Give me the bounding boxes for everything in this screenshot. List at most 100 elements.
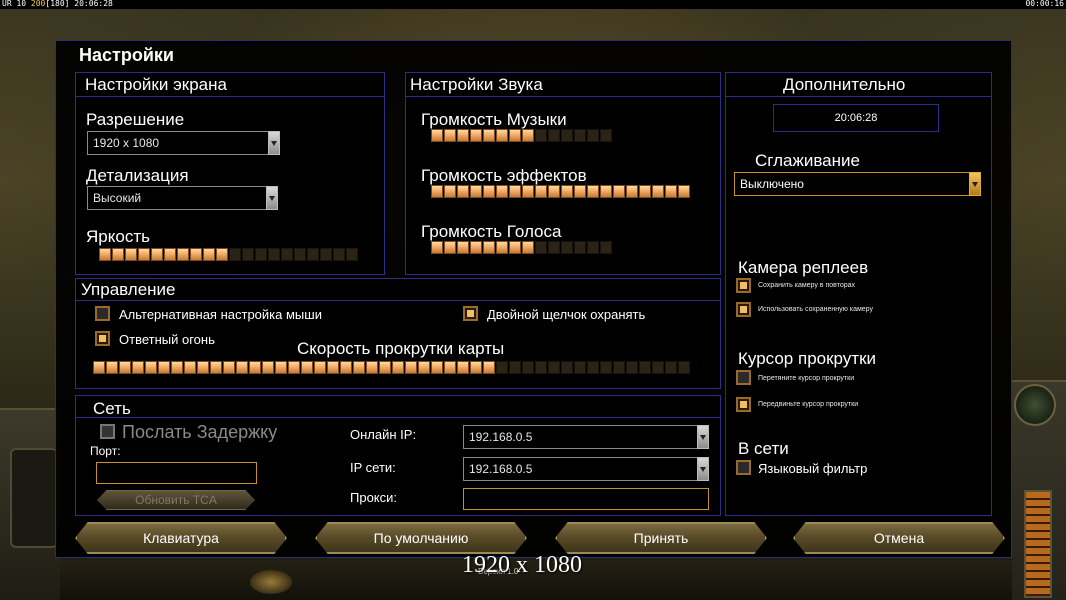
port-input[interactable] [96,462,257,484]
slider-segment[interactable] [242,248,254,261]
slider-segment[interactable] [522,185,534,198]
slider-segment[interactable] [483,185,495,198]
slider-segment[interactable] [652,361,664,374]
accept-button[interactable]: Принять [555,522,767,554]
slider-segment[interactable] [164,248,176,261]
slider-segment[interactable] [509,361,521,374]
slider-segment[interactable] [496,241,508,254]
defaults-button[interactable]: По умолчанию [315,522,527,554]
slider-segment[interactable] [574,185,586,198]
effects-volume-slider[interactable] [431,185,691,198]
slider-segment[interactable] [496,185,508,198]
slider-segment[interactable] [418,361,430,374]
slider-segment[interactable] [483,361,495,374]
slider-segment[interactable] [626,185,638,198]
slider-segment[interactable] [561,185,573,198]
slider-segment[interactable] [444,185,456,198]
slider-segment[interactable] [353,361,365,374]
slider-segment[interactable] [574,241,586,254]
slider-segment[interactable] [216,248,228,261]
move-cursor-checkbox[interactable] [736,397,751,412]
slider-segment[interactable] [405,361,417,374]
slider-segment[interactable] [561,129,573,142]
slider-segment[interactable] [268,248,280,261]
slider-segment[interactable] [333,248,345,261]
slider-segment[interactable] [600,185,612,198]
cancel-button[interactable]: Отмена [793,522,1005,554]
slider-segment[interactable] [320,248,332,261]
net-ip-select[interactable]: 192.168.0.5 [463,457,709,481]
slider-segment[interactable] [236,361,248,374]
slider-segment[interactable] [125,248,137,261]
send-delay-checkbox[interactable] [100,424,115,439]
slider-segment[interactable] [548,241,560,254]
slider-segment[interactable] [431,361,443,374]
slider-segment[interactable] [138,248,150,261]
slider-segment[interactable] [93,361,105,374]
slider-segment[interactable] [307,248,319,261]
slider-segment[interactable] [106,361,118,374]
slider-segment[interactable] [327,361,339,374]
slider-segment[interactable] [470,185,482,198]
slider-segment[interactable] [665,361,677,374]
slider-segment[interactable] [522,129,534,142]
brightness-slider[interactable] [99,248,359,261]
detail-select[interactable]: Высокий [87,186,278,210]
slider-segment[interactable] [457,361,469,374]
keyboard-button[interactable]: Клавиатура [75,522,287,554]
slider-segment[interactable] [509,241,521,254]
slider-segment[interactable] [639,361,651,374]
antialiasing-select[interactable]: Выключено [734,172,981,196]
slider-segment[interactable] [229,248,241,261]
slider-segment[interactable] [509,185,521,198]
resolution-select[interactable]: 1920 x 1080 [87,131,280,155]
return-fire-checkbox[interactable] [95,331,110,346]
voice-volume-slider[interactable] [431,241,613,254]
slider-segment[interactable] [99,248,111,261]
slider-segment[interactable] [444,361,456,374]
slider-segment[interactable] [158,361,170,374]
slider-segment[interactable] [574,361,586,374]
slider-segment[interactable] [548,129,560,142]
slider-segment[interactable] [379,361,391,374]
slider-segment[interactable] [600,241,612,254]
update-tca-button[interactable]: Обновить TCA [97,490,255,510]
slider-segment[interactable] [652,185,664,198]
slider-segment[interactable] [470,241,482,254]
slider-segment[interactable] [535,361,547,374]
slider-segment[interactable] [340,361,352,374]
slider-segment[interactable] [366,361,378,374]
slider-segment[interactable] [548,185,560,198]
slider-segment[interactable] [587,129,599,142]
alt-mouse-checkbox[interactable] [95,306,110,321]
slider-segment[interactable] [431,241,443,254]
music-volume-slider[interactable] [431,129,613,142]
slider-segment[interactable] [574,129,586,142]
slider-segment[interactable] [561,361,573,374]
slider-segment[interactable] [470,361,482,374]
scroll-speed-slider[interactable] [93,361,691,374]
slider-segment[interactable] [561,241,573,254]
slider-segment[interactable] [119,361,131,374]
double-click-guard-checkbox[interactable] [463,306,478,321]
slider-segment[interactable] [470,129,482,142]
slider-segment[interactable] [184,361,196,374]
slider-segment[interactable] [314,361,326,374]
slider-segment[interactable] [535,129,547,142]
proxy-input[interactable] [463,488,709,510]
slider-segment[interactable] [431,185,443,198]
slider-segment[interactable] [535,185,547,198]
slider-segment[interactable] [678,185,690,198]
slider-segment[interactable] [444,129,456,142]
slider-segment[interactable] [509,129,521,142]
slider-segment[interactable] [600,129,612,142]
slider-segment[interactable] [626,361,638,374]
chevron-down-icon[interactable] [697,425,709,449]
slider-segment[interactable] [522,241,534,254]
slider-segment[interactable] [151,248,163,261]
slider-segment[interactable] [262,361,274,374]
slider-segment[interactable] [483,129,495,142]
slider-segment[interactable] [249,361,261,374]
slider-segment[interactable] [600,361,612,374]
slider-segment[interactable] [177,248,189,261]
